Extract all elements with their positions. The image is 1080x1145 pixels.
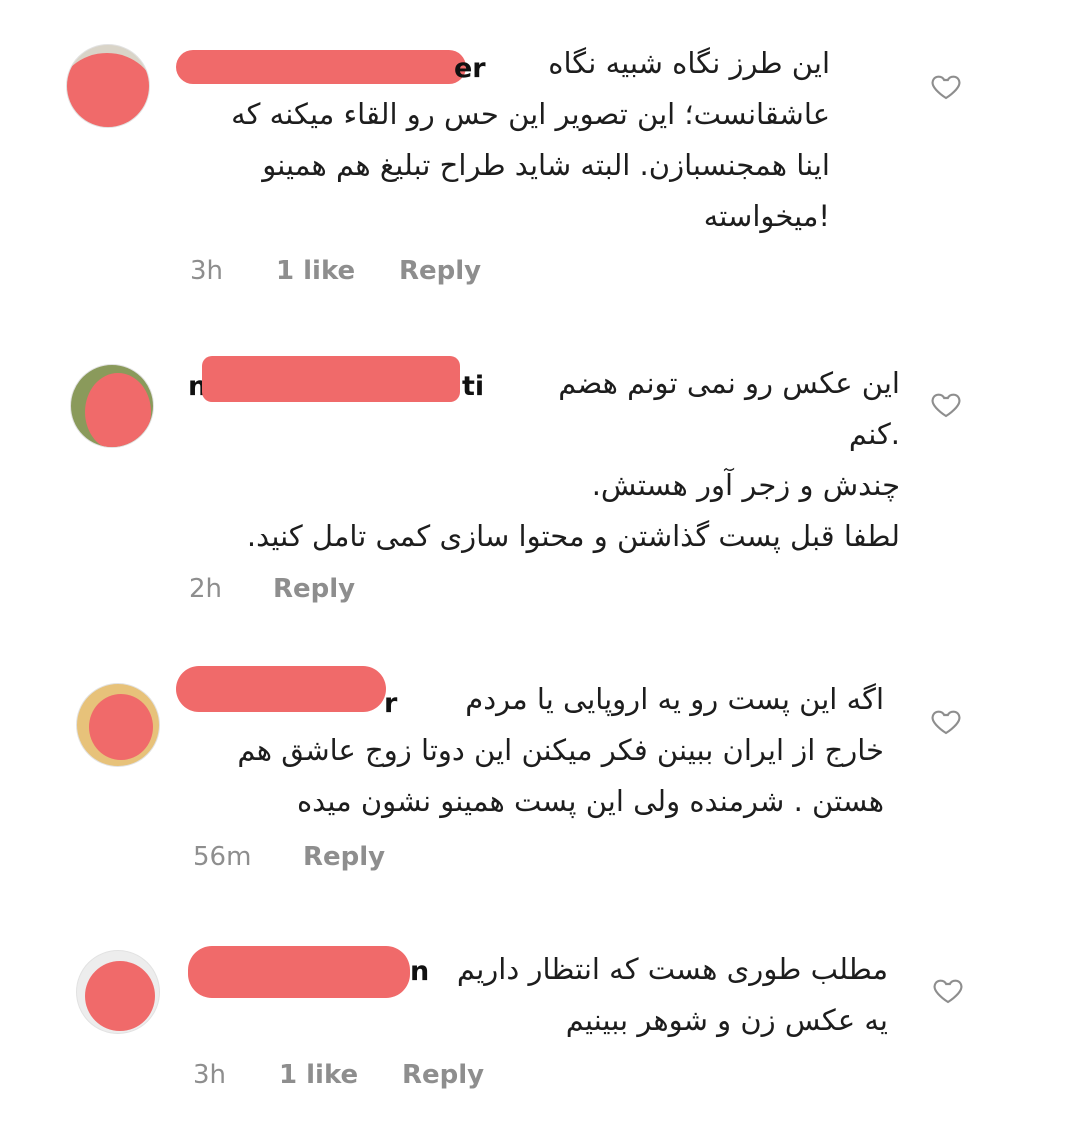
timestamp: 3h [193, 1060, 227, 1090]
like-count[interactable]: 1 like [279, 1062, 358, 1088]
comment-4: n مطلب طوری هست که انتظار داریم یه عکس ز… [0, 0, 1080, 1145]
avatar[interactable] [76, 950, 160, 1034]
heart-outline-icon[interactable] [932, 974, 964, 1006]
reply-button[interactable]: Reply [402, 1062, 484, 1088]
comment-text: مطلب طوری هست که انتظار داریم یه عکس زن … [456, 952, 888, 1037]
